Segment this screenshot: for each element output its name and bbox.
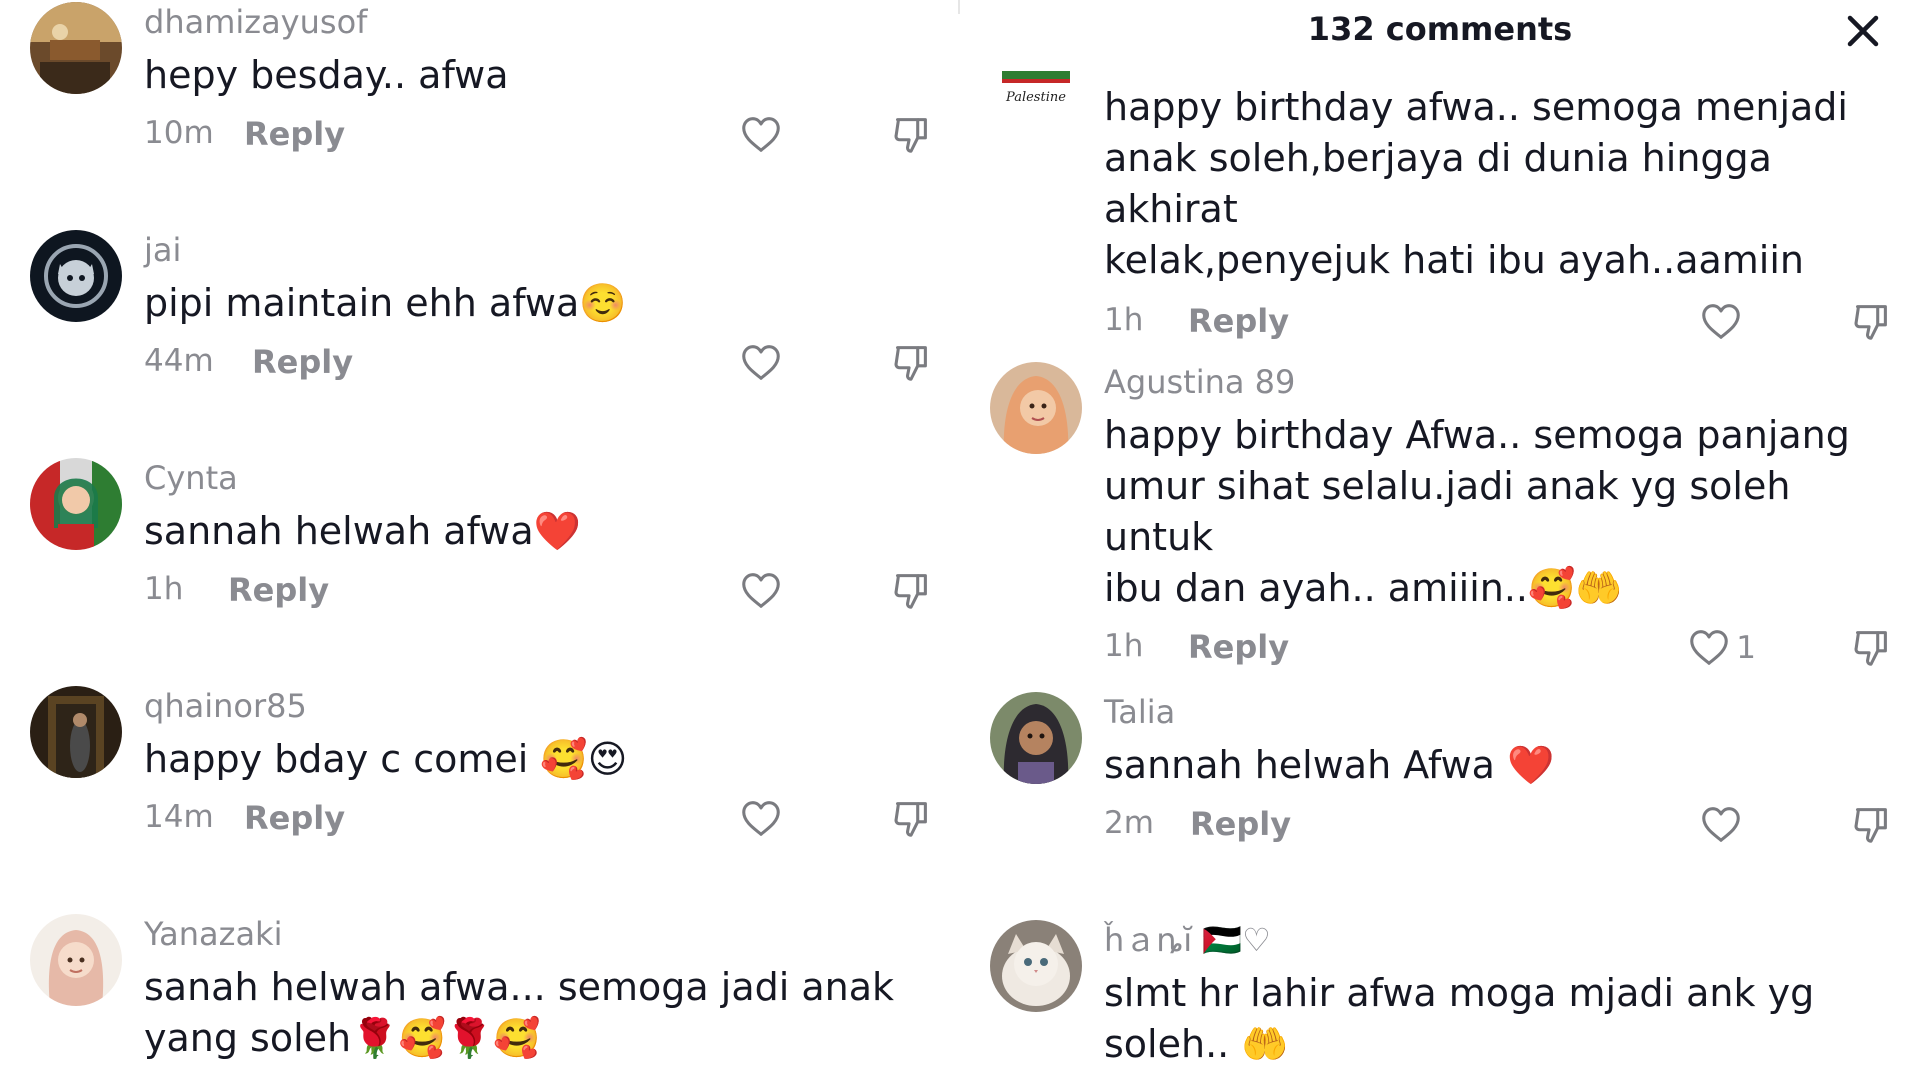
avatar-caption: Palestine [1005, 90, 1066, 105]
comment-username[interactable]: dhamizayusof [144, 2, 924, 42]
dislike-button[interactable] [1848, 298, 1894, 344]
comment-text: pipi maintain ehh afwa☺️ [144, 281, 627, 325]
dislike-button[interactable] [1848, 624, 1894, 670]
like-button[interactable] [738, 111, 784, 159]
comment-text: happy bday c comei 🥰😍 [144, 737, 628, 781]
heart-outline-icon [738, 112, 784, 158]
like-button[interactable] [738, 339, 784, 387]
comment-time: 2m [1104, 805, 1154, 841]
comments-panel-left: dhamizayusof hepy besday.. afwa 10m Repl… [0, 0, 960, 1080]
heart-outline-icon [1698, 802, 1744, 848]
avatar[interactable] [990, 920, 1082, 1012]
dislike-button[interactable] [888, 339, 934, 385]
dislike-button[interactable] [888, 111, 934, 157]
avatar[interactable] [990, 362, 1082, 454]
like-button[interactable] [738, 795, 784, 843]
comment-username[interactable]: Talia [1104, 692, 1884, 732]
comment-text: sannah helwah afwa❤️ [144, 509, 581, 553]
reply-button[interactable]: Reply [1190, 805, 1291, 843]
comment-time: 1h [1104, 628, 1144, 664]
dislike-button[interactable] [888, 567, 934, 613]
comment-time: 10m [144, 115, 214, 151]
comment-username[interactable]: Cynta [144, 458, 924, 498]
reply-button[interactable]: Reply [1188, 302, 1289, 340]
close-button[interactable] [1840, 8, 1886, 54]
thumbs-down-icon [888, 111, 934, 157]
like-button[interactable]: 1 [1686, 624, 1756, 672]
comment-text: happy birthday afwa.. semoga menjadi ana… [1104, 85, 1848, 282]
heart-outline-icon [738, 568, 784, 614]
reply-button[interactable]: Reply [244, 115, 345, 153]
comment-time: 1h [1104, 302, 1144, 338]
thumbs-down-icon [1848, 624, 1894, 670]
comment-username[interactable]: ȟａȵĭ 🇵🇸♡ [1104, 920, 1884, 960]
like-count: 1 [1736, 630, 1756, 666]
avatar[interactable]: Palestine [990, 56, 1082, 118]
comment-username[interactable]: Yanazaki [144, 914, 924, 954]
heart-outline-icon [738, 340, 784, 386]
thumbs-down-icon [888, 339, 934, 385]
comment-username[interactable]: Agustina 89 [1104, 362, 1884, 402]
comment-time: 1h [144, 571, 184, 607]
dislike-button[interactable] [888, 795, 934, 841]
comment-text: happy birthday Afwa.. semoga panjang umu… [1104, 413, 1850, 610]
thumbs-down-icon [888, 795, 934, 841]
reply-button[interactable]: Reply [252, 343, 353, 381]
avatar[interactable] [990, 692, 1082, 784]
comment-time: 44m [144, 343, 214, 379]
comments-count-title: 132 comments [1307, 10, 1573, 48]
comment-text: sannah helwah Afwa ❤️ [1104, 743, 1555, 787]
comment-text: hepy besday.. afwa [144, 53, 509, 97]
heart-outline-icon [1686, 625, 1732, 671]
like-button[interactable] [738, 567, 784, 615]
heart-outline-icon [1698, 299, 1744, 345]
avatar[interactable] [30, 914, 122, 1006]
avatar[interactable] [30, 686, 122, 778]
comments-panel-right: 132 comments Palestine happy birthday af… [960, 0, 1920, 1080]
comment-username[interactable]: qhainor85 [144, 686, 924, 726]
comment-text: sanah helwah afwa... semoga jadi anak ya… [144, 965, 895, 1060]
reply-button[interactable]: Reply [228, 571, 329, 609]
reply-button[interactable]: Reply [1188, 628, 1289, 666]
like-button[interactable] [1698, 298, 1744, 346]
thumbs-down-icon [888, 567, 934, 613]
comment-text: slmt hr lahir afwa moga mjadi ank yg sol… [1104, 971, 1815, 1066]
dislike-button[interactable] [1848, 801, 1894, 847]
comment-time: 14m [144, 799, 214, 835]
heart-outline-icon [738, 796, 784, 842]
thumbs-down-icon [1848, 801, 1894, 847]
avatar[interactable] [30, 230, 122, 322]
close-icon [1847, 15, 1879, 47]
reply-button[interactable]: Reply [244, 799, 345, 837]
thumbs-down-icon [1848, 298, 1894, 344]
like-button[interactable] [1698, 801, 1744, 849]
avatar[interactable] [30, 458, 122, 550]
comment-username[interactable]: jai [144, 230, 924, 270]
avatar[interactable] [30, 2, 122, 94]
